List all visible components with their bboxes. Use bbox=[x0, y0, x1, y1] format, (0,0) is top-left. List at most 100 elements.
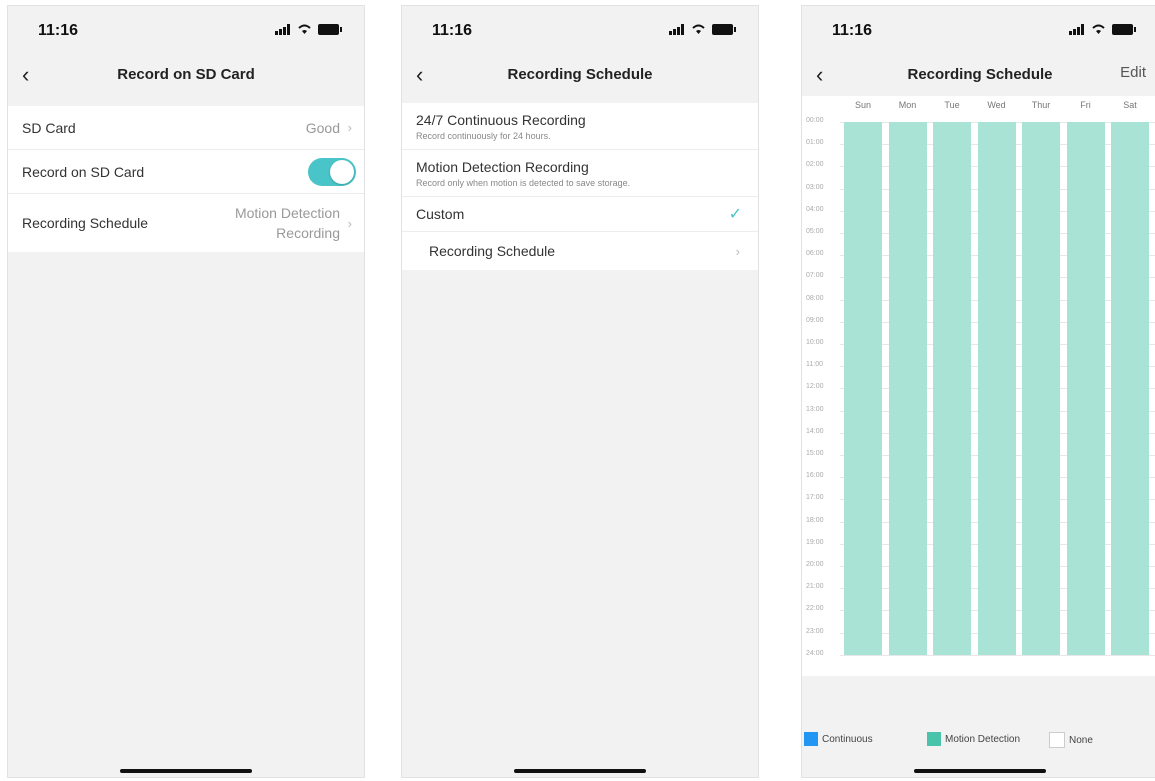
schedule-options: 24/7 Continuous Recording Record continu… bbox=[402, 103, 758, 270]
toggle-knob bbox=[330, 160, 354, 184]
legend-label: Continuous bbox=[822, 733, 873, 745]
nav-bar: ‹ Recording Schedule bbox=[402, 56, 758, 96]
screen-record-on-sd-card: 11:16 ‹ Record on SD Card SD Card Good ›… bbox=[7, 5, 365, 778]
hour-label: 06:00 bbox=[806, 250, 824, 258]
status-bar: 11:16 bbox=[402, 6, 758, 56]
hour-label: 05:00 bbox=[806, 228, 824, 235]
day-schedule-column[interactable] bbox=[1066, 122, 1105, 655]
nav-bar: ‹ Recording Schedule Edit bbox=[802, 56, 1155, 96]
edit-button[interactable]: Edit bbox=[1120, 64, 1146, 81]
checkmark-icon: ✓ bbox=[728, 206, 742, 223]
day-label: Fri bbox=[1080, 100, 1091, 110]
status-time: 11:16 bbox=[38, 22, 79, 39]
hour-label: 14:00 bbox=[806, 427, 824, 435]
sd-card-row[interactable]: SD Card Good › bbox=[8, 106, 364, 150]
day-schedule-column[interactable] bbox=[1111, 122, 1149, 655]
battery-icon bbox=[318, 24, 342, 35]
chevron-right-icon: › bbox=[347, 215, 352, 231]
schedule-value-line2: Recording bbox=[276, 225, 340, 241]
hour-label: 03:00 bbox=[806, 183, 824, 191]
chevron-right-icon: › bbox=[347, 120, 352, 135]
hour-label: 11:00 bbox=[806, 361, 823, 369]
status-time: 11:16 bbox=[432, 22, 473, 39]
battery-icon bbox=[1112, 24, 1136, 35]
wifi-icon bbox=[298, 24, 311, 34]
legend-label: Motion Detection bbox=[945, 733, 1021, 745]
record-on-sd-label: Record on SD Card bbox=[22, 163, 145, 180]
day-label: Wed bbox=[987, 100, 1006, 110]
hour-label: 12:00 bbox=[806, 383, 824, 391]
day-schedule-column[interactable] bbox=[933, 122, 971, 655]
day-schedule-column[interactable] bbox=[844, 122, 882, 655]
nav-bar: ‹ Record on SD Card bbox=[8, 56, 364, 96]
home-indicator bbox=[914, 769, 1046, 773]
hour-label: 02:00 bbox=[806, 161, 824, 169]
chevron-right-icon: › bbox=[735, 243, 740, 259]
day-label: Tue bbox=[944, 100, 960, 110]
legend-motion: Motion Detection bbox=[927, 732, 1020, 746]
custom-schedule-label: Recording Schedule bbox=[429, 243, 556, 259]
screen-schedule-grid: 11:16 ‹ Recording Schedule Edit 00:00 01:… bbox=[801, 5, 1155, 778]
hour-label: 07:00 bbox=[806, 272, 824, 280]
option-title: Motion Detection Recording bbox=[416, 158, 589, 175]
hour-label: 10:00 bbox=[806, 339, 824, 346]
hour-label: 18:00 bbox=[806, 516, 824, 524]
status-icons bbox=[275, 24, 342, 35]
hour-label: 17:00 bbox=[806, 494, 824, 502]
option-custom[interactable]: Custom ✓ bbox=[402, 197, 758, 232]
hour-label: 19:00 bbox=[806, 538, 824, 546]
day-schedule-column[interactable] bbox=[888, 122, 927, 655]
day-schedule-column[interactable] bbox=[977, 122, 1016, 655]
hour-label: 16:00 bbox=[806, 472, 824, 480]
option-subtitle: Record continuously for 24 hours. bbox=[416, 130, 551, 141]
page-title: Record on SD Card bbox=[117, 66, 255, 83]
recording-schedule-label: Recording Schedule bbox=[22, 215, 149, 231]
wifi-icon bbox=[692, 24, 705, 34]
signal-icon bbox=[669, 24, 684, 35]
option-title: 24/7 Continuous Recording bbox=[416, 111, 586, 128]
hour-label: 08:00 bbox=[806, 294, 824, 302]
hour-label: 01:00 bbox=[806, 139, 824, 147]
signal-icon bbox=[275, 24, 290, 35]
day-label: Sat bbox=[1123, 100, 1137, 110]
recording-schedule-row[interactable]: Recording Schedule Motion Detection Reco… bbox=[8, 194, 364, 252]
status-icons bbox=[669, 24, 736, 35]
status-time: 11:16 bbox=[832, 22, 873, 39]
option-continuous[interactable]: 24/7 Continuous Recording Record continu… bbox=[402, 103, 758, 150]
status-icons bbox=[1069, 24, 1136, 35]
hour-label: 22:00 bbox=[806, 605, 824, 613]
day-schedule-column[interactable] bbox=[1022, 122, 1060, 655]
page-title: Recording Schedule bbox=[907, 66, 1053, 83]
day-label: Thur bbox=[1031, 100, 1051, 110]
wifi-icon bbox=[1092, 24, 1105, 34]
legend-swatch bbox=[804, 732, 818, 746]
day-label: Sun bbox=[854, 100, 871, 110]
hour-label: 21:00 bbox=[806, 583, 824, 591]
sd-card-label: SD Card bbox=[22, 119, 76, 136]
page-title: Recording Schedule bbox=[507, 66, 653, 83]
hour-label: 09:00 bbox=[806, 316, 824, 324]
legend-label: None bbox=[1069, 734, 1093, 746]
hour-label: 00:00 bbox=[806, 117, 824, 124]
legend-swatch bbox=[927, 732, 941, 746]
custom-schedule-row[interactable]: Recording Schedule › bbox=[402, 232, 758, 270]
recording-schedule-value: Motion Detection Recording bbox=[235, 203, 340, 243]
option-motion-detection[interactable]: Motion Detection Recording Record only w… bbox=[402, 150, 758, 197]
legend-continuous: Continuous bbox=[804, 732, 873, 746]
day-label: Mon bbox=[898, 100, 917, 110]
record-toggle[interactable] bbox=[308, 158, 356, 186]
hour-label: 04:00 bbox=[806, 205, 824, 213]
hour-label: 20:00 bbox=[806, 561, 824, 568]
legend-swatch bbox=[1049, 732, 1065, 748]
signal-icon bbox=[1069, 24, 1084, 35]
hour-label: 15:00 bbox=[806, 450, 824, 457]
settings-group: SD Card Good › Record on SD Card Recordi… bbox=[8, 106, 364, 252]
sd-card-status: Good bbox=[305, 119, 340, 136]
status-bar: 11:16 bbox=[8, 6, 364, 56]
schedule-grid[interactable]: 00:00 01:00 02:00 03:00 04:00 05:00 06:00 07:00… bbox=[802, 96, 1155, 676]
status-bar: 11:16 bbox=[802, 6, 1155, 56]
schedule-value-line1: Motion Detection bbox=[234, 205, 340, 221]
option-subtitle: Record only when motion is detected to s… bbox=[416, 177, 631, 188]
hour-label: 24:00 bbox=[806, 649, 824, 657]
screen-recording-schedule-options: 11:16 ‹ Recording Schedule 24/7 Continuo… bbox=[401, 5, 759, 778]
